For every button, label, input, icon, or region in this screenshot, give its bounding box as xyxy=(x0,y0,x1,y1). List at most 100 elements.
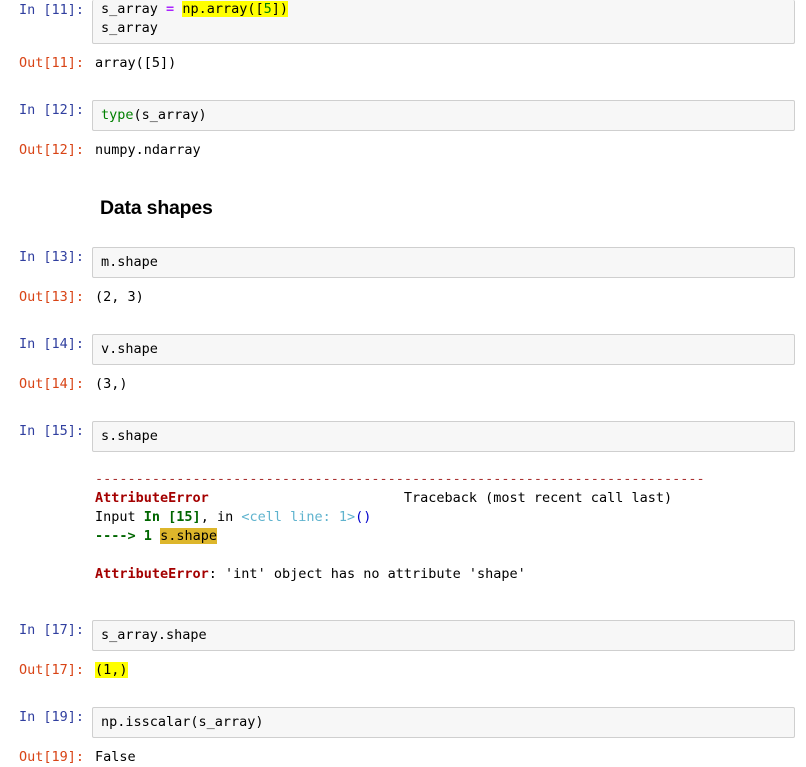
output-text-13: (2, 3) xyxy=(95,287,800,307)
markdown-gutter xyxy=(0,196,100,220)
traceback-in-word: , in xyxy=(201,509,242,525)
output-area-17: (1,) xyxy=(92,660,806,680)
code-token-open-bracket: [ xyxy=(255,1,263,17)
spacer xyxy=(0,680,806,707)
output-row-14: Out[14]: (3,) xyxy=(0,374,806,394)
spacer xyxy=(0,584,806,620)
in-prompt-11: In [11]: xyxy=(0,0,92,20)
code-text-15: s.shape xyxy=(101,427,788,446)
code-editor-17[interactable]: s_array.shape xyxy=(92,620,795,651)
in-prompt-14: In [14]: xyxy=(0,334,92,354)
traceback-lineno: 1 xyxy=(144,528,152,544)
code-text-12: type(s_array) xyxy=(101,106,788,125)
code-editor-13[interactable]: m.shape xyxy=(92,247,795,278)
spacer xyxy=(0,365,806,374)
output-area-14: (3,) xyxy=(92,374,806,394)
spacer xyxy=(0,44,806,53)
code-editor-14[interactable]: v.shape xyxy=(92,334,795,365)
traceback-cell-line: <cell line: 1> xyxy=(241,509,355,525)
code-token-assign: = xyxy=(166,1,174,17)
code-cell-13[interactable]: In [13]: m.shape xyxy=(0,247,806,278)
traceback-arrow-line: ----> 1 s.shape xyxy=(95,527,806,546)
code-token-args-12: (s_array) xyxy=(134,107,207,123)
code-cell-17[interactable]: In [17]: s_array.shape xyxy=(0,620,806,651)
in-prompt-17: In [17]: xyxy=(0,620,92,640)
code-editor-15[interactable]: s.shape xyxy=(92,421,795,452)
out-prompt-17: Out[17]: xyxy=(0,660,92,680)
code-cell-15[interactable]: In [15]: s.shape xyxy=(0,421,806,452)
code-cell-19[interactable]: In [19]: np.isscalar(s_array) xyxy=(0,707,806,738)
traceback-input-ref: In [15] xyxy=(144,509,201,525)
output-text-17-wrapper: (1,) xyxy=(95,660,800,680)
traceback-header-line: AttributeError Traceback (most recent ca… xyxy=(95,489,806,508)
out-prompt-13: Out[13]: xyxy=(0,287,92,307)
out-prompt-11: Out[11]: xyxy=(0,53,92,73)
output-text-19: False xyxy=(95,747,800,767)
code-text-19: np.isscalar(s_array) xyxy=(101,713,788,732)
traceback-message-line: AttributeError: 'int' object has no attr… xyxy=(95,565,806,584)
error-message: : 'int' object has no attribute 'shape' xyxy=(209,566,526,582)
spacer xyxy=(0,160,806,196)
output-text-12: numpy.ndarray xyxy=(95,140,800,160)
code-cell-11[interactable]: In [11]: s_array = np.array([5]) s_array xyxy=(0,0,806,44)
in-prompt-15: In [15]: xyxy=(0,421,92,441)
code-text-13: m.shape xyxy=(101,253,788,272)
out-prompt-14: Out[14]: xyxy=(0,374,92,394)
page-title: Data shapes xyxy=(100,196,213,220)
code-editor-19[interactable]: np.isscalar(s_array) xyxy=(92,707,795,738)
in-prompt-12: In [12]: xyxy=(0,100,92,120)
highlight-np-array-call: np.array([5]) xyxy=(182,1,288,17)
traceback-failing-code: s.shape xyxy=(160,528,217,544)
highlight-output-17: (1,) xyxy=(95,662,128,678)
spacer xyxy=(0,73,806,100)
error-type-footer: AttributeError xyxy=(95,566,209,582)
spacer xyxy=(0,278,806,287)
output-area-19: False xyxy=(92,747,806,767)
traceback-cell-parens: () xyxy=(355,509,371,525)
output-text-11: array([5]) xyxy=(95,53,800,73)
error-output-row-15: ----------------------------------------… xyxy=(0,470,806,584)
code-token-number-5: 5 xyxy=(264,1,272,17)
output-row-12: Out[12]: numpy.ndarray xyxy=(0,140,806,160)
out-prompt-19: Out[19]: xyxy=(0,747,92,767)
output-area-13: (2, 3) xyxy=(92,287,806,307)
output-area-11: array([5]) xyxy=(92,53,806,73)
output-area-12: numpy.ndarray xyxy=(92,140,806,160)
spacer xyxy=(0,307,806,334)
traceback-blank-line xyxy=(95,546,806,565)
error-type-header: AttributeError xyxy=(95,490,209,506)
code-token-var: s_array xyxy=(101,1,166,17)
output-text-14: (3,) xyxy=(95,374,800,394)
spacer xyxy=(0,651,806,660)
traceback-rule: ----------------------------------------… xyxy=(95,470,806,489)
highlight-failing-code: s.shape xyxy=(160,528,217,544)
traceback-input-word: Input xyxy=(95,509,144,525)
output-row-19: Out[19]: False xyxy=(0,747,806,767)
traceback-separator: ----------------------------------------… xyxy=(95,471,705,487)
code-text-17: s_array.shape xyxy=(101,626,788,645)
code-line-2-11: s_array xyxy=(101,20,158,36)
traceback-frame-line: Input In [15], in <cell line: 1>() xyxy=(95,508,806,527)
markdown-cell-data-shapes[interactable]: Data shapes xyxy=(0,196,806,220)
output-row-11: Out[11]: array([5]) xyxy=(0,53,806,73)
code-cell-12[interactable]: In [12]: type(s_array) xyxy=(0,100,806,131)
spacer xyxy=(0,220,806,247)
out-prompt-12: Out[12]: xyxy=(0,140,92,160)
code-cell-14[interactable]: In [14]: v.shape xyxy=(0,334,806,365)
code-text-14: v.shape xyxy=(101,340,788,359)
code-text-11: s_array = np.array([5]) s_array xyxy=(101,0,788,38)
traceback-15: ----------------------------------------… xyxy=(92,470,806,584)
traceback-arrow-gap xyxy=(152,528,160,544)
code-token-builtin-type: type xyxy=(101,107,134,123)
traceback-arrow: ----> xyxy=(95,528,144,544)
output-row-17: Out[17]: (1,) xyxy=(0,660,806,680)
code-editor-12[interactable]: type(s_array) xyxy=(92,100,795,131)
spacer xyxy=(0,738,806,747)
spacer xyxy=(0,131,806,140)
notebook-container: In [11]: s_array = np.array([5]) s_array… xyxy=(0,0,806,741)
code-token-close-brackets: ]) xyxy=(272,1,288,17)
traceback-header-pad xyxy=(209,490,404,506)
code-token-np-array: np.array xyxy=(182,1,247,17)
output-row-13: Out[13]: (2, 3) xyxy=(0,287,806,307)
code-editor-11[interactable]: s_array = np.array([5]) s_array xyxy=(92,0,795,44)
